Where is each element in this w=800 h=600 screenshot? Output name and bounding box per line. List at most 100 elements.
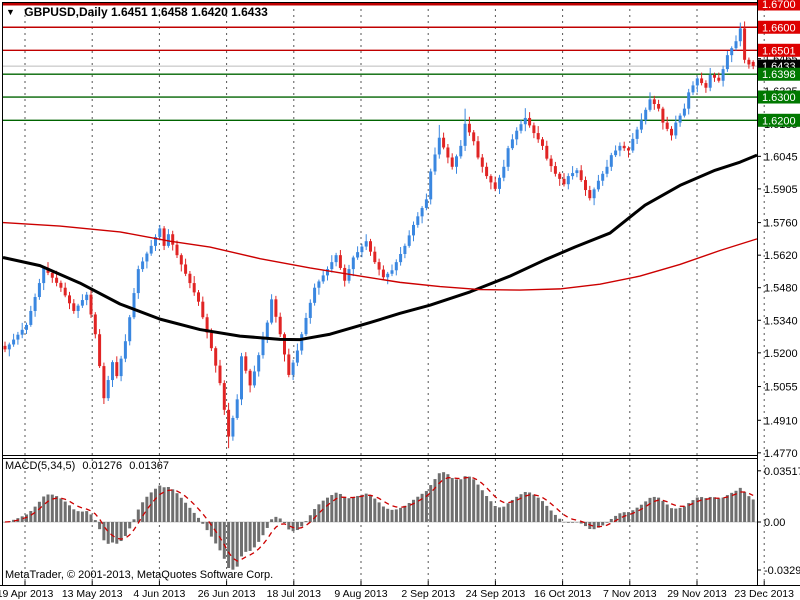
candle — [408, 230, 411, 247]
price-level-badge: 1.6398 — [758, 68, 800, 82]
candle — [227, 403, 230, 448]
svg-text:1.6300: 1.6300 — [762, 92, 796, 104]
candle — [477, 136, 480, 159]
candle — [274, 296, 277, 323]
candle — [16, 332, 19, 345]
candle — [601, 171, 604, 186]
candle — [692, 81, 695, 95]
candle — [593, 187, 596, 205]
candle — [735, 35, 738, 50]
date-label: 29 Nov 2013 — [667, 588, 727, 600]
candle — [12, 334, 15, 347]
candle — [257, 352, 260, 376]
candle — [459, 140, 462, 159]
price-level-badge: 1.6300 — [758, 91, 800, 105]
candle — [120, 356, 123, 381]
macd-tick-label: 0.03517 — [764, 466, 800, 478]
candle — [193, 276, 196, 296]
candle — [442, 133, 445, 150]
candle — [567, 173, 570, 189]
candle — [666, 117, 669, 131]
candle — [464, 109, 467, 151]
candle — [163, 226, 166, 250]
candle — [115, 356, 118, 378]
candle — [141, 257, 144, 272]
candle — [296, 344, 299, 367]
candle — [81, 294, 84, 308]
price-tick-label: 1.5480 — [764, 283, 798, 295]
candle — [541, 137, 544, 150]
candle — [313, 284, 316, 306]
macd-main-value: 0.01276 — [82, 460, 122, 472]
price-level-badge: 1.6200 — [758, 114, 800, 128]
price-tick-label: 1.5340 — [764, 315, 798, 327]
candle — [223, 380, 226, 415]
open-value: 1.6451 — [111, 5, 148, 19]
candle — [111, 360, 114, 387]
candle — [421, 206, 424, 223]
candle — [240, 353, 243, 405]
candle — [21, 323, 24, 338]
candle — [610, 153, 613, 171]
candle — [391, 264, 394, 276]
candle — [330, 255, 333, 272]
candle — [59, 281, 62, 292]
candle — [356, 246, 359, 259]
candle — [236, 394, 239, 420]
candle — [309, 299, 312, 323]
candle — [176, 241, 179, 258]
macd-signal-value: 0.01367 — [129, 460, 169, 472]
candle — [679, 113, 682, 126]
candle — [520, 120, 523, 133]
candle — [34, 294, 37, 317]
candle — [201, 297, 204, 320]
candle — [378, 259, 381, 276]
candle — [249, 369, 252, 392]
candle — [188, 271, 191, 288]
price-level-badge: 1.6600 — [758, 21, 800, 35]
candle — [339, 250, 342, 270]
candle — [455, 154, 458, 173]
candle — [395, 259, 398, 275]
candle — [158, 225, 161, 241]
candle — [494, 177, 497, 192]
candle — [335, 253, 338, 266]
candle — [696, 77, 699, 93]
ma-slow-line — [3, 155, 757, 339]
candle — [640, 113, 643, 133]
candle — [287, 349, 290, 378]
candle — [674, 116, 677, 139]
svg-text:1.6200: 1.6200 — [762, 115, 796, 127]
candle — [683, 104, 686, 118]
candle — [4, 342, 7, 352]
candle — [197, 290, 200, 306]
candle — [279, 313, 282, 337]
candle — [365, 234, 368, 250]
svg-text:1.6700: 1.6700 — [762, 0, 796, 11]
candle — [528, 112, 531, 128]
price-tick-label: 1.5200 — [764, 348, 798, 360]
candle — [657, 100, 660, 112]
candle — [588, 186, 591, 201]
candle — [661, 107, 664, 130]
candle — [85, 292, 88, 305]
candle — [352, 256, 355, 276]
date-label: 24 Sep 2013 — [466, 588, 526, 600]
candle — [472, 130, 475, 145]
candle — [636, 127, 639, 144]
candle — [137, 266, 140, 299]
candle — [72, 299, 75, 314]
candle — [77, 304, 80, 318]
date-label: 2 Sep 2013 — [401, 588, 455, 600]
chart-canvas: 19 Apr 201313 May 20134 Jun 201326 Jun 2… — [0, 0, 800, 600]
candle — [597, 175, 600, 192]
candle — [206, 314, 209, 339]
candle — [584, 177, 587, 196]
date-label: 23 Dec 2013 — [734, 588, 794, 600]
candle — [292, 360, 295, 380]
candle — [184, 259, 187, 276]
candle — [606, 160, 609, 177]
candle — [709, 68, 712, 91]
candle — [623, 142, 626, 151]
macd-tick-label: -0.03297 — [764, 565, 800, 577]
